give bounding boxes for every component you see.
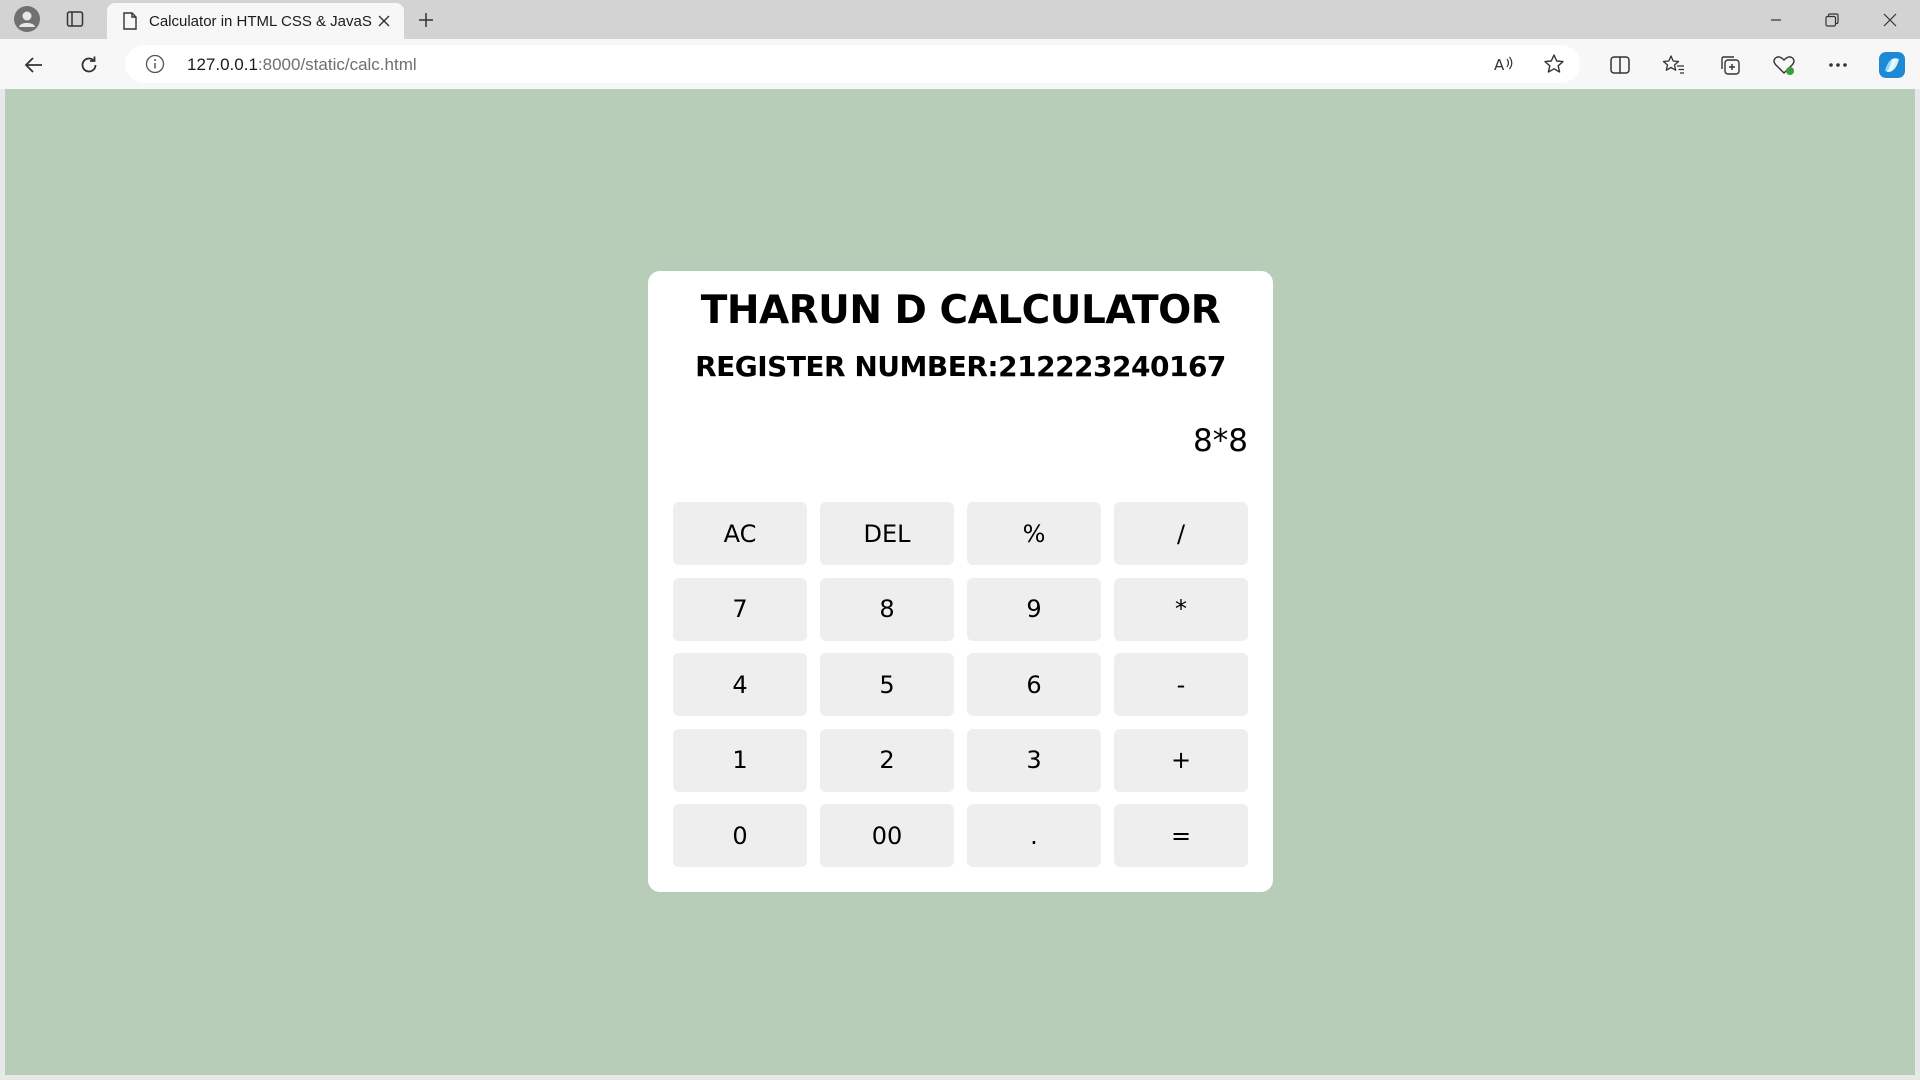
split-screen-icon[interactable]: [1604, 49, 1636, 81]
ac-button[interactable]: AC: [673, 502, 807, 565]
register-number: REGISTER NUMBER:212223240167: [695, 350, 1226, 383]
equals-button[interactable]: =: [1114, 804, 1248, 867]
new-tab-button[interactable]: [411, 5, 441, 35]
browser-toolbar: 127.0.0.1:8000/static/calc.html A: [0, 39, 1920, 89]
favorites-icon[interactable]: [1658, 49, 1690, 81]
copilot-icon[interactable]: [1876, 49, 1908, 81]
refresh-icon[interactable]: [73, 49, 105, 81]
read-aloud-icon[interactable]: A: [1491, 51, 1517, 77]
keypad: AC DEL%/ 7 8 9 * 4 5 6- 1 2 3 +0 00. =: [673, 502, 1248, 867]
restore-icon[interactable]: [1804, 0, 1860, 39]
decimal-button[interactable]: .: [967, 804, 1101, 867]
zero-button[interactable]: 0: [673, 804, 807, 867]
five-button[interactable]: 5: [820, 653, 954, 716]
more-options-icon[interactable]: [1822, 49, 1854, 81]
site-info-icon[interactable]: [145, 54, 165, 79]
three-button[interactable]: 3: [967, 728, 1101, 792]
minimize-icon[interactable]: [1748, 0, 1804, 39]
tab-title: Calculator in HTML CSS & JavaScript: [149, 13, 372, 30]
page-icon: [122, 12, 138, 35]
address-bar[interactable]: 127.0.0.1:8000/static/calc.html A: [125, 45, 1580, 83]
calculator-display[interactable]: [673, 411, 1248, 471]
nine-button[interactable]: 9: [967, 577, 1101, 641]
page-viewport: THARUN D CALCULATOR REGISTER NUMBER:2122…: [5, 89, 1915, 1075]
svg-text:A: A: [1494, 56, 1505, 74]
browser-essentials-icon[interactable]: [1768, 49, 1800, 81]
seven-button[interactable]: 7: [673, 577, 807, 641]
url-path: :8000/static/calc.html: [257, 55, 417, 74]
url-host: 127.0.0.1: [187, 55, 258, 74]
favorite-star-icon[interactable]: [1541, 51, 1567, 77]
del-button[interactable]: DEL: [820, 502, 954, 565]
close-window-icon[interactable]: [1862, 0, 1918, 39]
calculator-title: THARUN D CALCULATOR: [700, 288, 1221, 333]
calculator-card: THARUN D CALCULATOR REGISTER NUMBER:2122…: [648, 271, 1273, 892]
one-button[interactable]: 1: [673, 728, 807, 792]
percent-button[interactable]: %: [967, 502, 1101, 565]
plus-button[interactable]: +: [1114, 728, 1248, 792]
four-button[interactable]: 4: [673, 653, 807, 716]
eight-button[interactable]: 8: [820, 577, 954, 641]
two-button[interactable]: 2: [820, 728, 954, 792]
tab-strip: Calculator in HTML CSS & JavaScript: [0, 0, 1920, 39]
back-icon[interactable]: [18, 49, 50, 81]
double-zero-button[interactable]: 00: [820, 804, 954, 867]
tab-actions-icon[interactable]: [60, 4, 90, 34]
minus-button[interactable]: -: [1114, 653, 1248, 716]
url-text: 127.0.0.1:8000/static/calc.html: [187, 55, 417, 75]
collections-icon[interactable]: [1714, 49, 1746, 81]
browser-tab[interactable]: Calculator in HTML CSS & JavaScript: [107, 3, 404, 39]
profile-icon[interactable]: [12, 4, 42, 34]
six-button[interactable]: 6: [967, 653, 1101, 716]
divide-button[interactable]: /: [1114, 502, 1248, 565]
multiply-button[interactable]: *: [1114, 577, 1248, 641]
close-tab-icon[interactable]: [374, 11, 394, 31]
